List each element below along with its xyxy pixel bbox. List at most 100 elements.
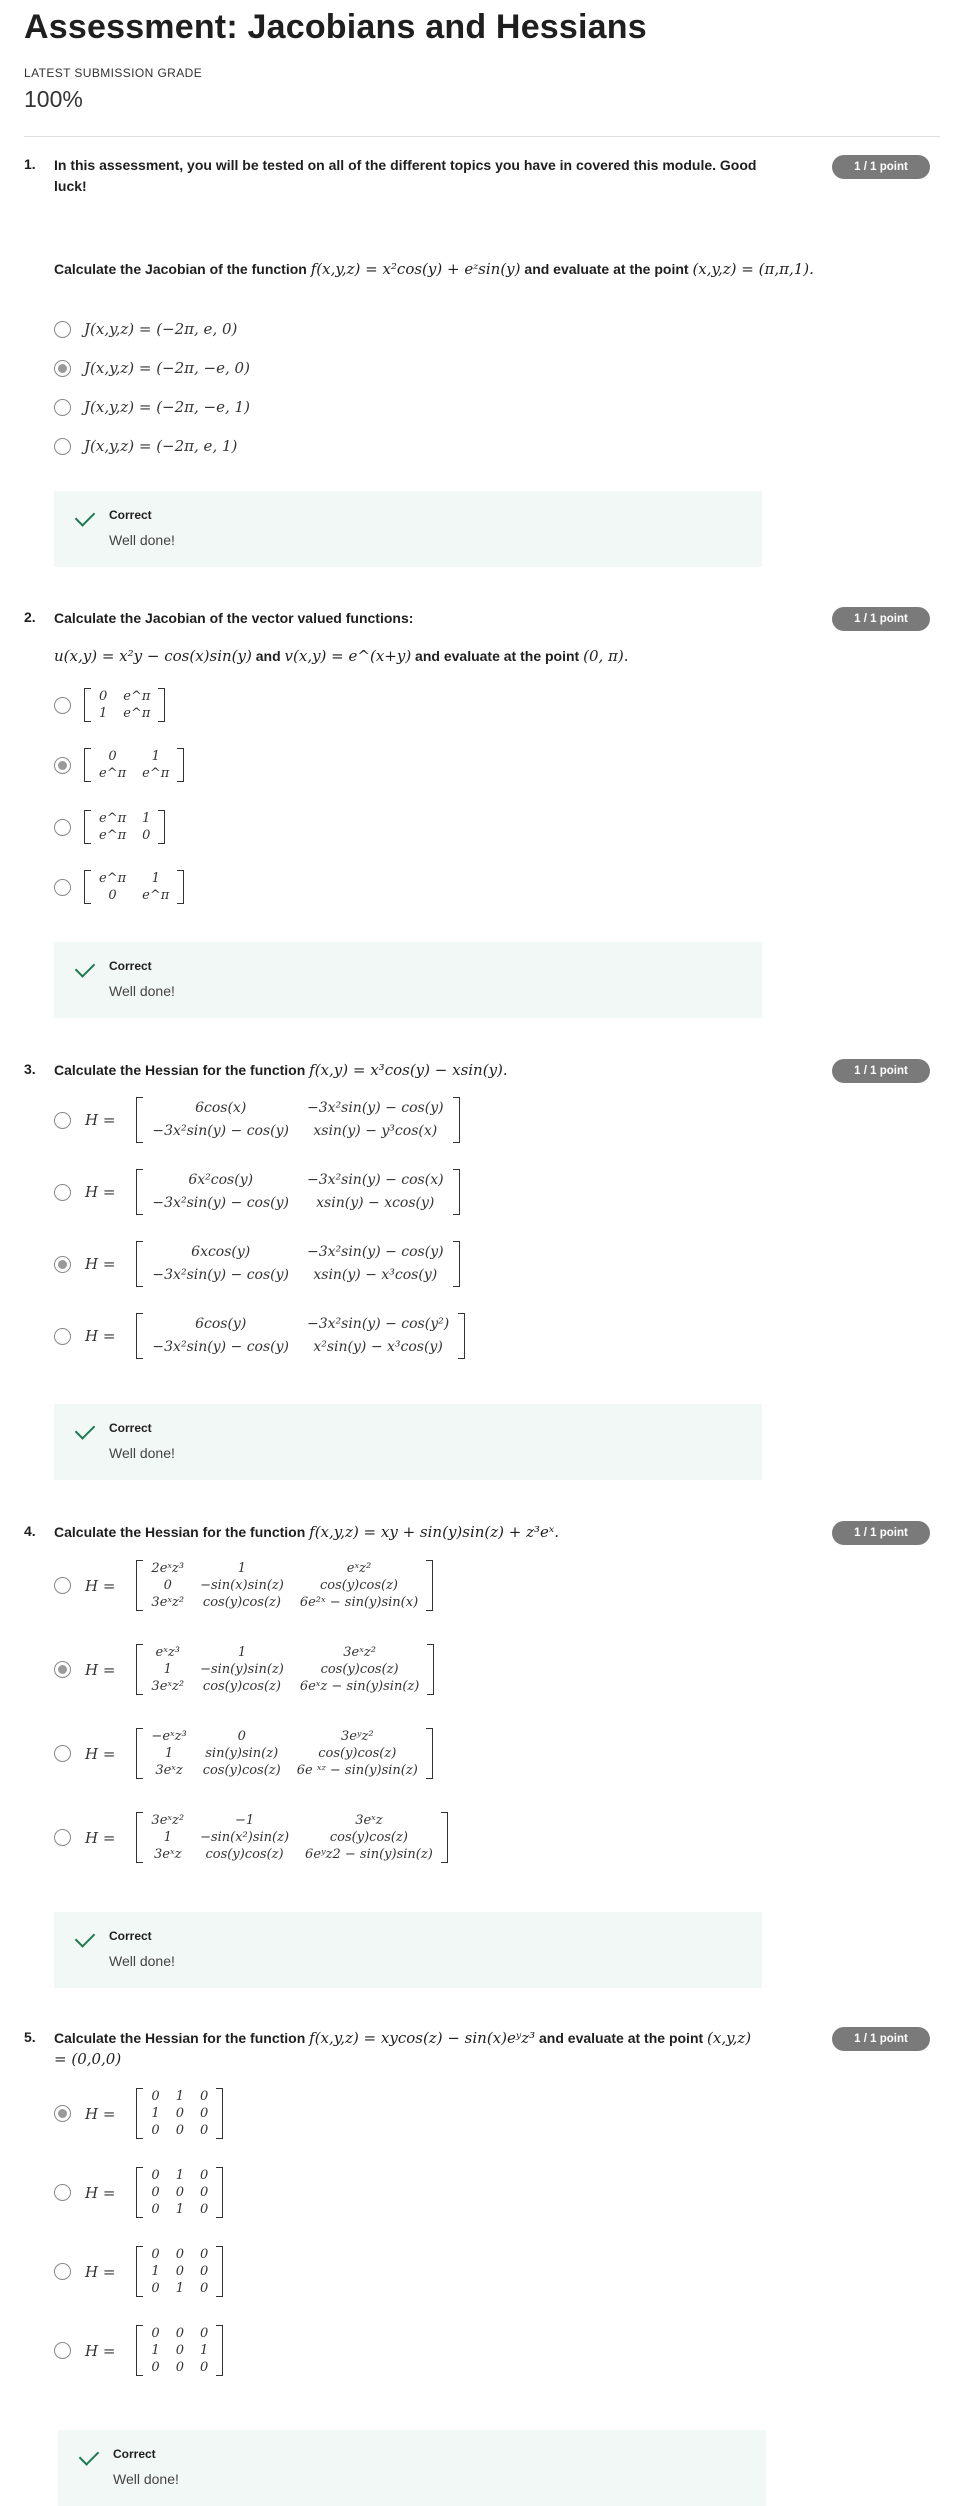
radio-button[interactable] [54,696,71,714]
option-3[interactable]: H = 0 0 0 1 0 0 0 1 0 [54,2246,224,2297]
matrix-cell: −sin(y)sin(z) [200,1662,284,1677]
matrix-cell: −3x²sin(y) − cos(y) [307,1100,444,1116]
matrix: 6cos(x) −3x²sin(y) − cos(y) −3x²sin(y) − c… [136,1097,460,1143]
matrix: 3eˣz² −1 3eˣz 1 −sin(x²)sin(z) cos(y)cos(z) 3e… [136,1812,448,1863]
radio-button[interactable] [54,320,71,338]
option-3[interactable]: J(x,y,z) = (−2π, −e, 1) [54,398,250,416]
option-2[interactable]: H = 6x²cos(y) −3x²sin(y) − cos(x) −3x²sin(y… [54,1169,460,1215]
matrix-cell: 0 [151,2202,160,2217]
radio-button[interactable] [54,818,71,836]
feedback-text: Well done! [109,1445,175,1461]
assessment-page: Assessment: Jacobians and Hessians LATES… [0,0,964,2506]
right-bracket [216,2088,224,2139]
right-bracket [427,1644,435,1695]
left-bracket [136,1313,144,1359]
radio-button-selected[interactable] [54,1661,71,1678]
matrix-cell: 6e²ˣ − sin(y)sin(x) [299,1595,419,1610]
matrix-cell: 0 [151,2089,160,2104]
matrix-cell: 0 [199,2360,209,2375]
matrix-cell: 6eʸz2 − sin(y)sin(z) [305,1847,433,1862]
option-1[interactable]: J(x,y,z) = (−2π, e, 0) [54,320,237,338]
matrix-cell: 0 [151,2326,160,2341]
right-bracket [452,1241,460,1287]
option-1[interactable]: 0 e^π 1 e^π [54,688,166,722]
option-1[interactable]: H = 6cos(x) −3x²sin(y) − cos(y) −3x²sin(y) … [54,1097,460,1143]
check-icon [74,1927,96,1948]
option-3[interactable]: H = 6xcos(y) −3x²sin(y) − cos(y) −3x²sin(y)… [54,1241,460,1287]
radio-button[interactable] [54,2342,71,2359]
matrix-cell: e^π [123,706,151,721]
option-2[interactable]: H = 0 1 0 0 0 0 0 1 0 [54,2167,224,2218]
matrix-cell: −3x²sin(y) − cos(y) [152,1267,289,1283]
check-icon [74,506,96,527]
right-bracket [425,1728,433,1779]
matrix-cell: cos(y)cos(z) [202,1763,281,1778]
radio-button-selected[interactable] [54,359,71,377]
option-2[interactable]: J(x,y,z) = (−2π, −e, 0) [54,359,250,377]
option-1[interactable]: H = 0 1 0 1 0 0 0 0 0 [54,2088,224,2139]
radio-button[interactable] [54,398,71,416]
matrix-cell: 1 [151,2264,160,2279]
matrix-cell: eˣz³ [155,1645,180,1660]
feedback-text: Well done! [109,532,175,548]
option-2[interactable]: 0 1 e^π e^π [54,748,185,782]
radio-button[interactable] [54,1183,71,1201]
option-3[interactable]: H = −eˣz³ 0 3eʸz² 1 sin(y)sin(z) cos(y)cos(z) 3… [54,1728,433,1779]
right-bracket [177,870,185,904]
matrix-cell: cos(y)cos(z) [320,1662,399,1677]
feedback-text: Well done! [109,1953,175,1969]
matrix: 6cos(y) −3x²sin(y) − cos(y²) −3x²sin(y) − … [136,1313,466,1359]
left-bracket [84,688,91,722]
option-4[interactable]: H = 0 0 0 1 0 1 0 0 0 [54,2325,224,2376]
radio-button-selected[interactable] [54,1255,71,1273]
option-1[interactable]: H = 2eˣz³ 1 eˣz² 0 −sin(x)sin(z) cos(y)cos(z) 3… [54,1560,434,1611]
option-text: J(x,y,z) = (−2π, −e, 0) [84,359,250,377]
option-3[interactable]: e^π 1 e^π 0 [54,810,166,844]
matrix-cell: 1 [164,1746,174,1761]
radio-button[interactable] [54,1829,71,1846]
right-bracket [458,1313,466,1359]
radio-button[interactable] [54,1327,71,1345]
radio-button[interactable] [54,2263,71,2280]
matrix-cell: 6cos(x) [195,1100,247,1116]
option-4[interactable]: H = 6cos(y) −3x²sin(y) − cos(y²) −3x²sin(y)… [54,1313,466,1359]
right-bracket [426,1560,434,1611]
left-bracket [136,1560,144,1611]
radio-button[interactable] [54,1111,71,1129]
matrix-cell: 1 [175,2168,184,2183]
matrix-cell: 1 [99,706,108,721]
radio-button-selected[interactable] [54,756,71,774]
feedback-text: Well done! [113,2471,179,2487]
radio-button[interactable] [54,1745,71,1762]
points-badge: 1 / 1 point [832,607,930,631]
question-text: Calculate the Hessian for the function f… [54,1523,560,1541]
matrix-cell: 6x²cos(y) [188,1172,254,1188]
radio-button[interactable] [54,1577,71,1594]
radio-button[interactable] [54,878,71,896]
matrix-cell: −sin(x)sin(z) [200,1578,284,1593]
option-text: J(x,y,z) = (−2π, −e, 1) [84,398,250,416]
matrix-cell: 3eˣz [154,1847,182,1862]
grade-value: 100% [24,86,83,112]
matrix: e^π 1 0 e^π [84,870,185,904]
matrix: 0 1 e^π e^π [84,748,185,782]
option-4[interactable]: J(x,y,z) = (−2π, e, 1) [54,437,237,455]
question-number: 5. [24,2029,36,2045]
feedback-box: Correct Well done! [58,2430,766,2506]
matrix-cell: e^π [142,766,170,781]
matrix-cell: 1 [175,2281,184,2296]
option-4[interactable]: H = 3eˣz² −1 3eˣz 1 −sin(x²)sin(z) cos(y)cos(z… [54,1812,448,1863]
radio-button[interactable] [54,437,71,455]
right-bracket [158,810,166,844]
matrix-cell: 0 [199,2185,209,2200]
matrix-cell: 2eˣz³ [151,1561,185,1576]
matrix: 0 e^π 1 e^π [84,688,166,722]
right-bracket [177,748,185,782]
option-2[interactable]: H = eˣz³ 1 3eˣz² 1 −sin(y)sin(z) cos(y)cos(z) 3… [54,1644,435,1695]
left-bracket [84,748,91,782]
radio-button-selected[interactable] [54,2105,71,2122]
option-4[interactable]: e^π 1 0 e^π [54,870,185,904]
matrix-cell: 0 [99,689,108,704]
radio-button[interactable] [54,2184,71,2201]
matrix: 010100000 [136,2088,224,2139]
